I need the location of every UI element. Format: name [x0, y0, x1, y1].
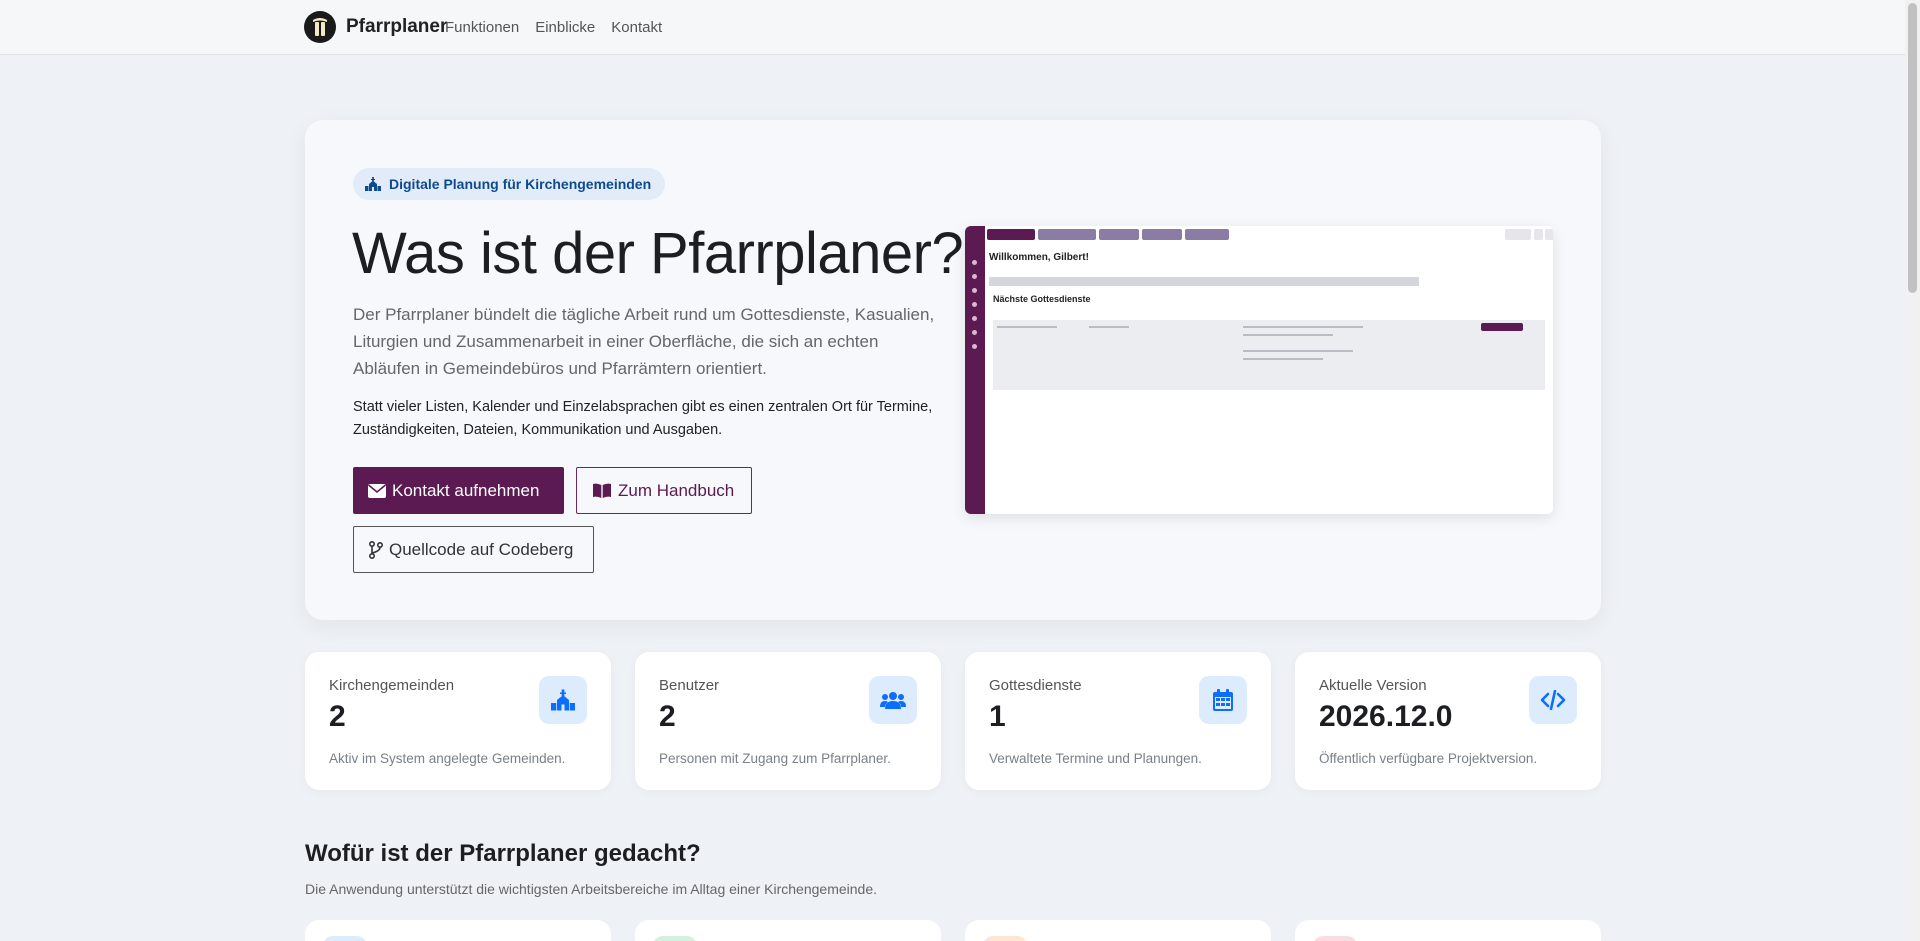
- users-icon: [869, 676, 917, 724]
- brand[interactable]: Pfarrplaner: [304, 11, 447, 43]
- brand-name: Pfarrplaner: [346, 16, 448, 37]
- feature-icon: [323, 936, 367, 941]
- code-branch-icon: [369, 540, 383, 559]
- stat-value: 1: [989, 700, 1006, 733]
- stat-label: Gottesdienste: [989, 677, 1082, 694]
- church-icon: [365, 177, 381, 191]
- section-title: Wofür ist der Pfarrplaner gedacht?: [305, 840, 701, 867]
- preview-toolbar: [985, 226, 1553, 242]
- code-icon: [1529, 676, 1577, 724]
- stat-description: Verwaltete Termine und Planungen.: [989, 751, 1202, 766]
- stat-value: 2: [329, 700, 346, 733]
- section-subtitle: Die Anwendung unterstützt die wichtigste…: [305, 881, 877, 897]
- pfarrplaner-logo-icon: [304, 11, 336, 43]
- manual-button[interactable]: Zum Handbuch: [576, 467, 752, 514]
- stat-description: Aktiv im System angelegte Gemeinden.: [329, 751, 566, 766]
- hero-badge-label: Digitale Planung für Kirchengemeinden: [389, 176, 652, 192]
- source-code-button-label: Quellcode auf Codeberg: [389, 539, 574, 559]
- stat-value: 2: [659, 700, 676, 733]
- preview-tabs: [989, 277, 1419, 286]
- nav-link-funktionen[interactable]: Funktionen: [445, 19, 519, 36]
- preview-table: [993, 320, 1545, 390]
- feature-icon: [983, 936, 1027, 941]
- nav-link-einblicke[interactable]: Einblicke: [535, 19, 595, 36]
- navbar: Pfarrplaner Funktionen Einblicke Kontakt: [0, 0, 1905, 55]
- app-preview-screenshot: Willkommen, Gilbert! Nächste Gottesdiens…: [965, 226, 1553, 514]
- stat-label: Kirchengemeinden: [329, 677, 455, 694]
- contact-button[interactable]: Kontakt aufnehmen: [353, 467, 564, 514]
- feature-card: [965, 920, 1271, 941]
- contact-button-label: Kontakt aufnehmen: [392, 480, 540, 500]
- church-icon: [539, 676, 587, 724]
- hero-section: Digitale Planung für Kirchengemeinden Wa…: [305, 120, 1601, 620]
- stat-label: Aktuelle Version: [1319, 677, 1427, 694]
- book-open-icon: [593, 483, 611, 498]
- preview-heading: Nächste Gottesdienste: [993, 294, 1091, 304]
- hero-badge: Digitale Planung für Kirchengemeinden: [353, 168, 666, 200]
- stat-card-gottesdienste: Gottesdienste 1 Verwaltete Termine und P…: [965, 652, 1271, 790]
- stat-card-benutzer: Benutzer 2 Personen mit Zugang zum Pfarr…: [635, 652, 941, 790]
- stat-description: Personen mit Zugang zum Pfarrplaner.: [659, 751, 891, 766]
- envelope-icon: [368, 483, 386, 498]
- stat-description: Öffentlich verfügbare Projektversion.: [1319, 751, 1538, 766]
- stat-card-kirchengemeinden: Kirchengemeinden 2 Aktiv im System angel…: [305, 652, 611, 790]
- scrollbar-thumb[interactable]: [1908, 3, 1917, 293]
- page-scrollbar[interactable]: [1905, 0, 1920, 941]
- manual-button-label: Zum Handbuch: [618, 480, 735, 500]
- hero-lead: Der Pfarrplaner bündelt die tägliche Arb…: [353, 305, 935, 378]
- stat-label: Benutzer: [659, 677, 720, 694]
- hero-title: Was ist der Pfarrplaner?: [352, 221, 964, 286]
- nav-link-kontakt[interactable]: Kontakt: [611, 19, 662, 36]
- nav-links: Funktionen Einblicke Kontakt: [445, 19, 678, 36]
- feature-icon: [653, 936, 697, 941]
- preview-welcome: Willkommen, Gilbert!: [989, 252, 1089, 263]
- preview-sidebar: [965, 226, 985, 514]
- stat-card-version: Aktuelle Version 2026.12.0 Öffentlich ve…: [1295, 652, 1601, 790]
- calendar-icon: [1199, 676, 1247, 724]
- feature-card: [1295, 920, 1601, 941]
- feature-card: [305, 920, 611, 941]
- feature-icon: [1313, 936, 1357, 941]
- stat-value: 2026.12.0: [1319, 700, 1453, 733]
- hero-text: Statt vieler Listen, Kalender und Einzel…: [353, 399, 933, 438]
- source-code-button[interactable]: Quellcode auf Codeberg: [353, 526, 594, 573]
- feature-card: [635, 920, 941, 941]
